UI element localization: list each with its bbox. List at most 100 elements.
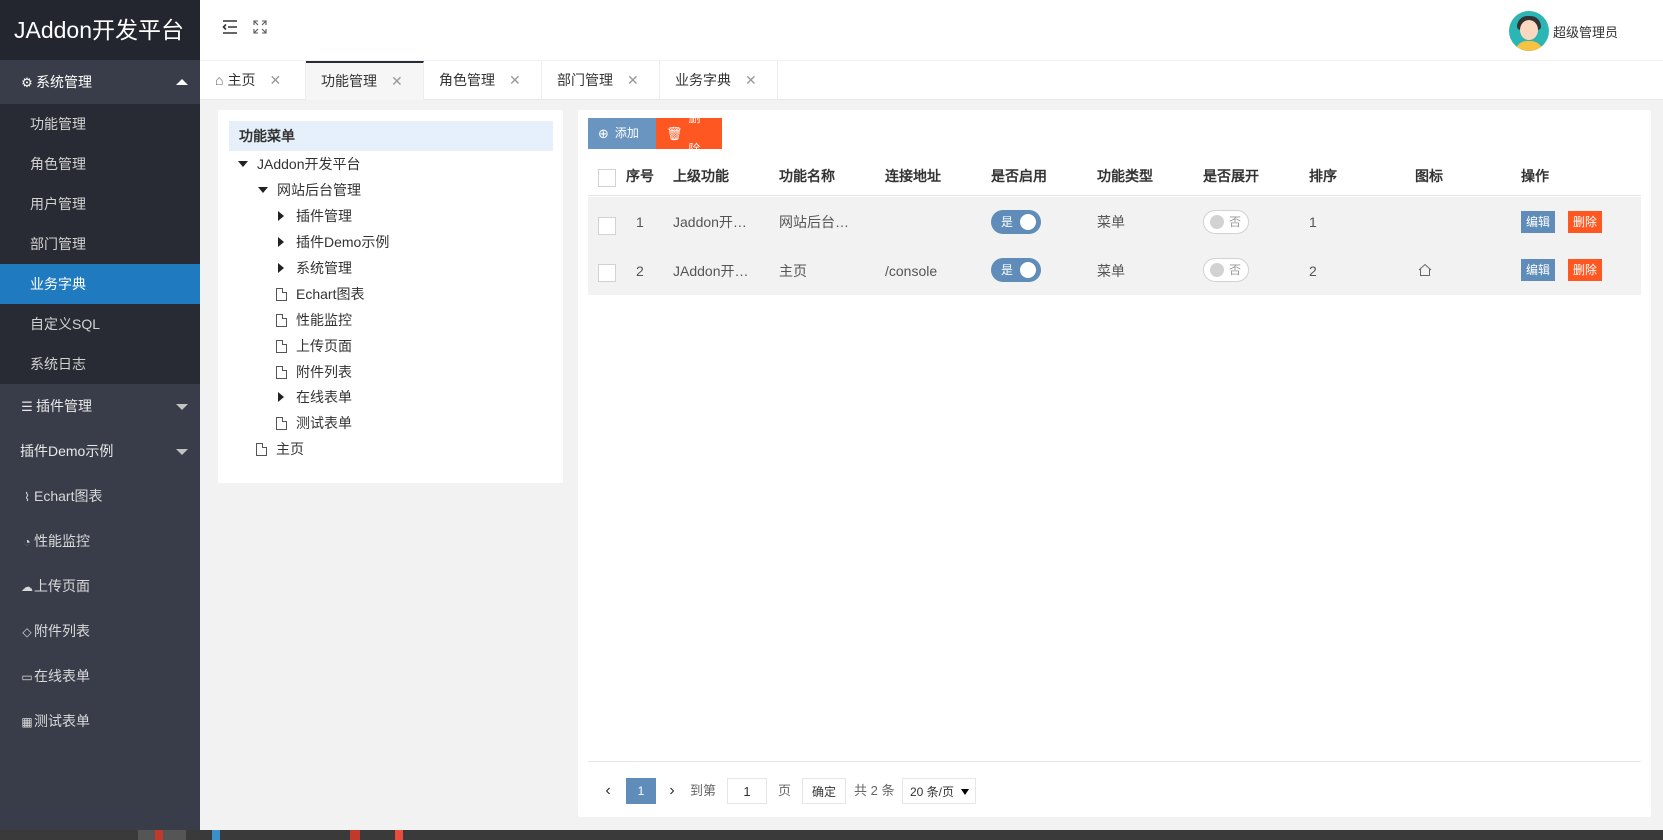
goto-confirm-button[interactable]: 确定: [802, 778, 846, 804]
tree-node-online-form[interactable]: 在线表单: [276, 385, 352, 409]
tree-node-label: 上传页面: [296, 338, 352, 354]
close-icon[interactable]: ✕: [269, 61, 281, 100]
taskbar-app-icon: [212, 830, 220, 840]
file-icon: [276, 287, 287, 301]
grid-icon: ▦: [21, 715, 33, 729]
tree-node-label: 网站后台管理: [277, 182, 361, 198]
tree-node-attachments[interactable]: 附件列表: [276, 360, 352, 384]
col-header: 连接地址: [885, 167, 941, 184]
page-size-select[interactable]: 20 条/页: [902, 778, 976, 804]
caret-down-icon[interactable]: [258, 187, 268, 193]
file-icon: [276, 365, 287, 379]
tree-node-root[interactable]: JAddon开发平台: [238, 152, 360, 176]
delete-button[interactable]: 🗑 删除: [656, 111, 722, 156]
prev-page-icon[interactable]: ‹: [598, 778, 618, 804]
close-icon[interactable]: ✕: [627, 61, 639, 100]
sidebar-item-system-log[interactable]: 系统日志: [0, 344, 200, 384]
row-checkbox[interactable]: [598, 264, 616, 282]
tree-node-plugins[interactable]: 插件管理: [276, 204, 352, 228]
caret-right-icon[interactable]: [278, 263, 284, 273]
tab-function-management[interactable]: 功能管理 ✕: [306, 61, 424, 100]
tree-node-performance[interactable]: 性能监控: [276, 308, 352, 332]
tree-node-label: JAddon开发平台: [257, 156, 361, 172]
sidebar-item-upload[interactable]: ☁上传页面: [0, 564, 200, 609]
sidebar-item-custom-sql[interactable]: 自定义SQL: [0, 304, 200, 344]
page-current[interactable]: 1: [626, 778, 656, 804]
tab-bar: ⌂ 主页 ✕ 功能管理 ✕ 角色管理 ✕ 部门管理 ✕ 业务字典 ✕: [200, 60, 1663, 100]
col-header: 图标: [1415, 167, 1443, 184]
tree-node-home[interactable]: 主页: [256, 437, 304, 461]
sidebar-item-online-form[interactable]: ▭在线表单: [0, 654, 200, 699]
tree-node-test-form[interactable]: 测试表单: [276, 411, 352, 435]
trash-icon: 🗑: [666, 126, 683, 141]
tree-node-label: 系统管理: [296, 260, 352, 276]
row-delete-button[interactable]: 删除: [1568, 211, 1603, 233]
edit-button[interactable]: 编辑: [1521, 211, 1556, 233]
tree-node-admin[interactable]: 网站后台管理: [258, 178, 361, 202]
col-header: 上级功能: [673, 167, 729, 184]
sidebar-item-test-form[interactable]: ▦测试表单: [0, 699, 200, 744]
nav-item-label: 上传页面: [34, 578, 90, 594]
caret-right-icon[interactable]: [278, 211, 284, 221]
user-menu[interactable]: 超级管理员: [1508, 11, 1618, 51]
tree-node-plugin-demo[interactable]: 插件Demo示例: [276, 230, 389, 254]
fullscreen-icon[interactable]: [250, 20, 270, 40]
enabled-switch[interactable]: 是: [991, 210, 1041, 234]
enabled-switch[interactable]: 是: [991, 258, 1041, 282]
tab-role-management[interactable]: 角色管理 ✕: [424, 61, 542, 100]
sidebar-item-attachments[interactable]: ◇ 附件列表: [0, 609, 200, 654]
tag-icon: ◇: [22, 625, 32, 639]
nav-group-label: 插件管理: [36, 398, 92, 414]
table-row[interactable]: 2 JAddon开… 主页 /console 是 菜单 否 2 编辑 删除: [588, 246, 1641, 295]
nav-item-label: Echart图表: [34, 488, 103, 504]
nav-group-plugins[interactable]: ☰ 插件管理: [0, 384, 200, 429]
goto-label: 到第: [690, 783, 717, 798]
gear-icon: ⚙: [21, 75, 33, 90]
tree-node-upload[interactable]: 上传页面: [276, 334, 352, 358]
tab-dictionary[interactable]: 业务字典 ✕: [660, 61, 778, 100]
caret-right-icon[interactable]: [278, 392, 284, 402]
expand-switch[interactable]: 否: [1203, 210, 1249, 234]
col-header: 序号: [626, 167, 654, 184]
col-header: 是否展开: [1203, 167, 1259, 184]
sidebar-item-dictionary[interactable]: 业务字典: [0, 264, 200, 304]
close-icon[interactable]: ✕: [391, 63, 403, 100]
table-row[interactable]: 1 Jaddon开… 网站后台… 是 菜单 否 1 编辑 删除: [588, 197, 1641, 247]
menu-fold-icon[interactable]: [220, 20, 240, 40]
goto-page-input[interactable]: 1: [727, 778, 767, 804]
chevron-down-icon: [176, 449, 188, 455]
tab-home[interactable]: ⌂ 主页 ✕: [200, 61, 306, 100]
caret-right-icon[interactable]: [278, 237, 284, 247]
close-icon[interactable]: ✕: [745, 61, 757, 100]
expand-switch[interactable]: 否: [1203, 258, 1249, 282]
cell-sort: 1: [1309, 214, 1317, 230]
col-header: 是否启用: [991, 167, 1047, 184]
home-icon: ⌂: [215, 72, 224, 88]
plus-circle-icon: ⊕: [598, 126, 609, 141]
sidebar-item-user[interactable]: 用户管理: [0, 184, 200, 224]
top-header: 超级管理员: [200, 0, 1663, 60]
nav-group-plugin-demo[interactable]: 插件Demo示例: [0, 429, 200, 474]
tree-node-system[interactable]: 系统管理: [276, 256, 352, 280]
add-button[interactable]: ⊕ 添加: [588, 118, 656, 149]
cell-name: 主页: [779, 262, 807, 279]
sidebar-item-department[interactable]: 部门管理: [0, 224, 200, 264]
tree-node-echart[interactable]: Echart图表: [276, 282, 364, 306]
tab-department-management[interactable]: 部门管理 ✕: [542, 61, 660, 100]
total-count: 共 2 条: [854, 783, 895, 798]
row-delete-button[interactable]: 删除: [1568, 259, 1603, 281]
row-checkbox[interactable]: [598, 217, 616, 235]
nav-group-system[interactable]: ⚙ 系统管理: [0, 60, 200, 104]
sidebar-item-function[interactable]: 功能管理: [0, 104, 200, 144]
next-page-icon[interactable]: ›: [662, 778, 682, 804]
caret-down-icon[interactable]: [238, 161, 248, 167]
sidebar-item-echart[interactable]: ⌇ Echart图表: [0, 474, 200, 519]
tree-title: 功能菜单: [229, 121, 553, 151]
edit-button[interactable]: 编辑: [1521, 259, 1556, 281]
sidebar-item-role[interactable]: 角色管理: [0, 144, 200, 184]
select-all-checkbox[interactable]: [598, 169, 616, 187]
nav-item-label: 性能监控: [34, 533, 90, 549]
sidebar-item-performance[interactable]: ◔ 性能监控: [0, 519, 200, 564]
close-icon[interactable]: ✕: [509, 61, 521, 100]
cell-url: /console: [885, 262, 938, 279]
